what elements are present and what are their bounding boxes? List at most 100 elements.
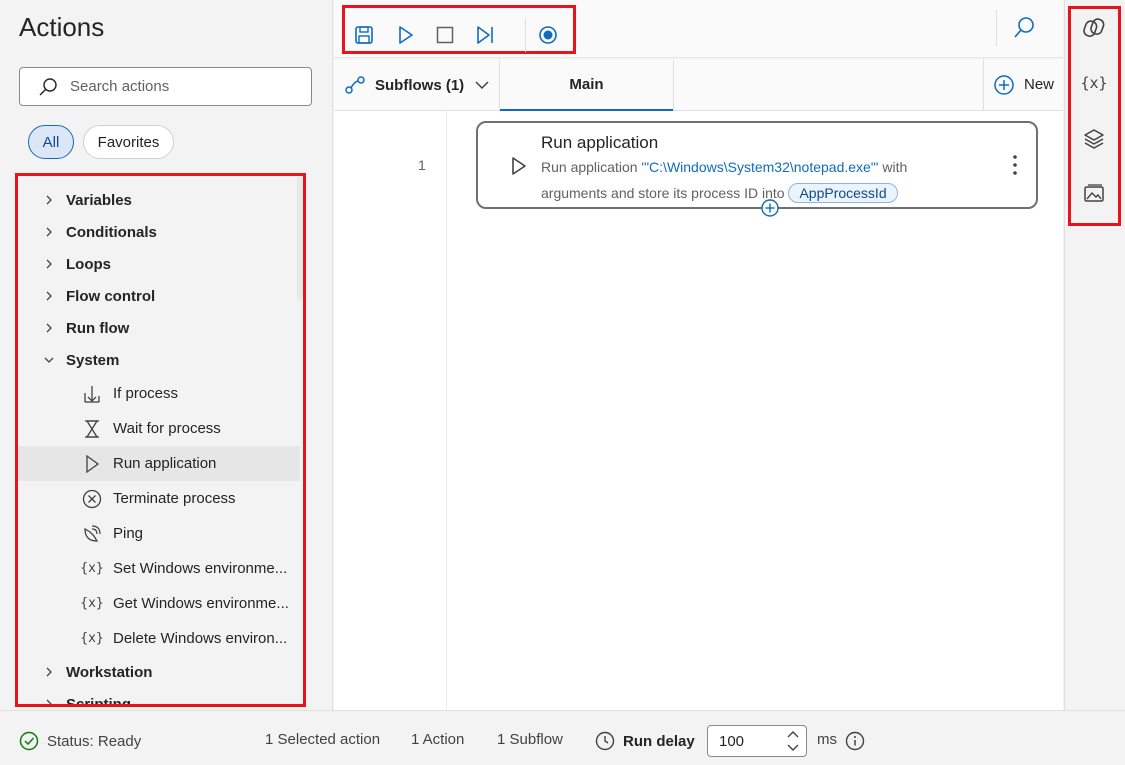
action-description: Run application '"C:\Windows\System32\no… [541, 154, 961, 206]
subflow-icon [345, 76, 365, 94]
run-delay-input[interactable]: 100 [707, 725, 807, 757]
chevron-down-icon [44, 357, 54, 363]
search-icon[interactable] [1012, 16, 1036, 40]
subflows-count: 1 Subflow [497, 731, 563, 748]
action-get-windows-env[interactable]: {x} Get Windows environme... [18, 586, 300, 621]
toolbar-highlight-box [342, 5, 576, 54]
search-placeholder: Search actions [70, 78, 170, 95]
check-circle-icon [19, 731, 39, 751]
run-delay-label: Run delay [623, 732, 695, 750]
action-wait-for-process[interactable]: Wait for process [18, 411, 300, 446]
status-bar: Status: Ready 1 Selected action 1 Action… [0, 710, 1125, 765]
action-label: Terminate process [113, 490, 236, 507]
record-icon [539, 26, 557, 44]
info-icon [845, 731, 865, 751]
filter-favorites-button[interactable]: Favorites [83, 125, 174, 159]
stepper-icon[interactable] [786, 728, 800, 754]
action-label: Set Windows environme... [113, 560, 288, 577]
category-label: Loops [66, 255, 111, 273]
actions-tree: Variables Conditionals Loops Flow contro… [15, 173, 306, 707]
filter-all-button[interactable]: All [28, 125, 74, 159]
run-delay: Run delay [595, 731, 695, 751]
action-label: Ping [113, 525, 144, 542]
images-icon [1084, 184, 1104, 202]
action-set-windows-env[interactable]: {x} Set Windows environme... [18, 551, 300, 586]
action-ping[interactable]: Ping [18, 516, 300, 551]
tab-main[interactable]: Main [499, 59, 674, 111]
run-delay-unit: ms [817, 731, 837, 748]
action-delete-windows-env[interactable]: {x} Delete Windows environ... [18, 621, 300, 656]
flow-toolbar [334, 0, 1063, 58]
record-button[interactable] [535, 22, 561, 48]
new-subflow-button[interactable]: New [983, 59, 1063, 110]
images-button[interactable] [1081, 181, 1107, 207]
chevron-right-icon [46, 259, 52, 269]
stop-button[interactable] [432, 22, 458, 48]
run-next-action-button[interactable] [472, 22, 498, 48]
stop-icon [436, 26, 454, 44]
subflows-label: Subflows (1) [375, 76, 465, 94]
terminate-icon [81, 488, 103, 510]
filter-row: All Favorites [28, 125, 174, 159]
run-next-icon [477, 26, 493, 44]
ui-elements-button[interactable] [1081, 126, 1107, 152]
search-icon [39, 77, 57, 95]
category-label: Variables [66, 191, 132, 209]
run-button[interactable] [392, 22, 418, 48]
category-scripting[interactable]: Scripting [18, 688, 132, 707]
status-ready: Status: Ready [19, 731, 141, 751]
variable-icon: {x} [80, 596, 104, 611]
run-delay-value: 100 [719, 732, 745, 750]
category-label: Conditionals [66, 223, 157, 241]
flow-canvas[interactable]: 1 Run application Run application '"C:\W… [334, 111, 1063, 710]
actions-count: 1 Action [411, 731, 465, 748]
variable-icon: {x} [80, 561, 104, 576]
action-label: If process [113, 385, 179, 402]
ui-elements-icon [1084, 129, 1104, 149]
copilot-button[interactable] [1081, 15, 1107, 41]
category-label: Flow control [66, 287, 156, 305]
toolbar-separator [996, 10, 997, 46]
action-terminate-process[interactable]: Terminate process [18, 481, 300, 516]
category-label: Workstation [66, 663, 153, 681]
desc-path: '"C:\Windows\System32\notepad.exe"' [641, 159, 879, 175]
category-conditionals[interactable]: Conditionals [18, 216, 157, 248]
new-label: New [1024, 76, 1055, 93]
search-actions-input[interactable]: Search actions [19, 67, 312, 106]
category-run-flow[interactable]: Run flow [18, 312, 129, 344]
action-label: Run application [113, 455, 217, 472]
variable-chip[interactable]: AppProcessId [788, 183, 898, 203]
selected-actions-count: 1 Selected action [265, 731, 381, 748]
action-card-run-application[interactable]: Run application Run application '"C:\Win… [476, 121, 1038, 217]
more-options-icon[interactable] [1012, 153, 1018, 177]
info-button[interactable] [845, 731, 873, 751]
add-action-icon[interactable] [760, 198, 780, 218]
action-label: Delete Windows environ... [113, 630, 288, 647]
category-workstation[interactable]: Workstation [18, 656, 152, 688]
clock-icon [595, 731, 615, 751]
chevron-right-icon [46, 227, 52, 237]
category-loops[interactable]: Loops [18, 248, 111, 280]
action-run-application[interactable]: Run application [18, 446, 300, 481]
run-icon [399, 26, 413, 44]
save-button[interactable] [351, 22, 377, 48]
play-icon[interactable] [510, 156, 528, 176]
action-label: Get Windows environme... [113, 595, 289, 612]
chevron-right-icon [46, 195, 52, 205]
line-number: 1 [418, 157, 426, 173]
chevron-right-icon [46, 667, 52, 677]
chevron-right-icon [46, 699, 52, 704]
subflows-dropdown[interactable]: Subflows (1) [344, 74, 490, 96]
subflow-tabbar: Subflows (1) Main New [334, 59, 1063, 111]
action-if-process[interactable]: If process [18, 376, 300, 411]
right-rail: {x} [1064, 0, 1125, 710]
category-variables[interactable]: Variables [18, 184, 132, 216]
category-label: Scripting [66, 695, 132, 707]
add-circle-icon [994, 74, 1014, 95]
category-flow-control[interactable]: Flow control [18, 280, 155, 312]
tree-scrollbar[interactable] [297, 176, 303, 301]
variable-icon: {x} [80, 631, 104, 646]
variables-pane-button[interactable]: {x} [1080, 70, 1107, 96]
actions-title: Actions [19, 12, 105, 42]
category-system[interactable]: System [18, 344, 119, 376]
